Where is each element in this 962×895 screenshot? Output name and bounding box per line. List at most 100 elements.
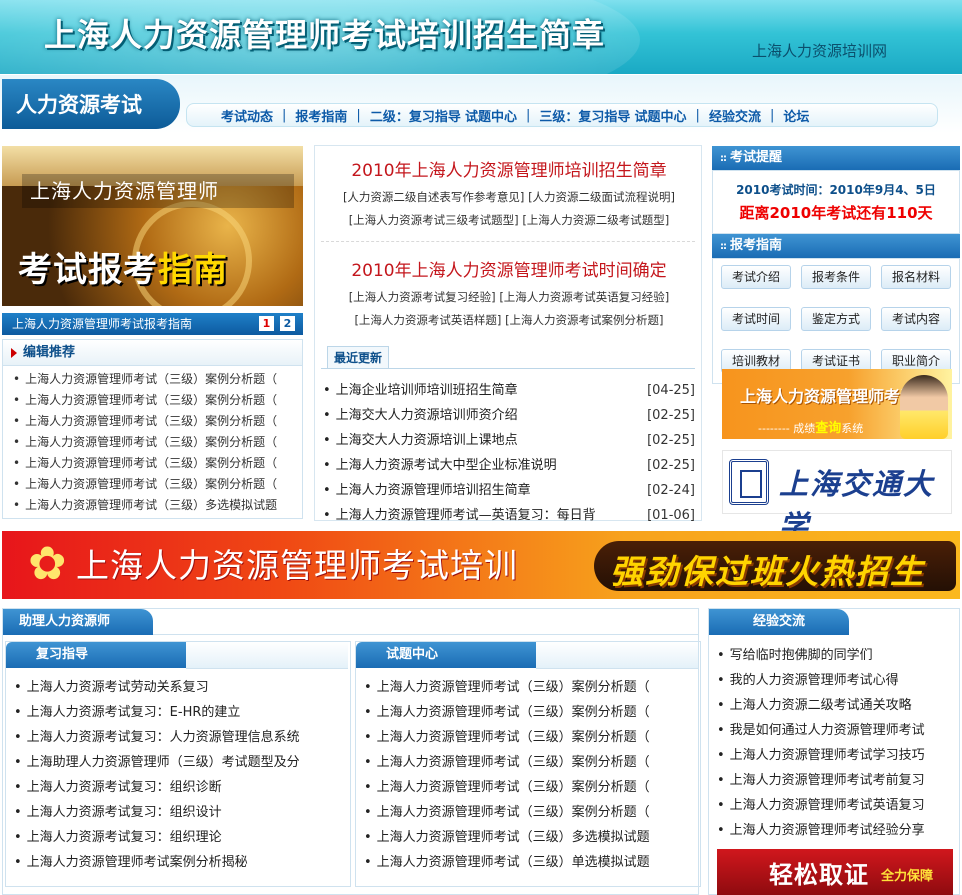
nav-menu: 考试动态 | 报考指南 | 二级：复习指导 试题中心 | 三级：复习指导 试题中心 | …: [186, 103, 938, 127]
training-banner[interactable]: ✿ 上海人力资源管理师考试培训 强劲保过班火热招生: [2, 531, 960, 599]
nav-item-exam-news[interactable]: 考试动态: [221, 106, 273, 125]
banner-text: 上海人力资源管理师考试培训: [76, 546, 518, 585]
list-item[interactable]: 写给临时抱佛脚的同学们: [717, 643, 959, 668]
nav-brand[interactable]: 人力资源考试: [2, 79, 180, 129]
guide-button[interactable]: 鉴定方式: [801, 307, 871, 331]
divider: [321, 241, 695, 242]
guide-button[interactable]: 考试时间: [721, 307, 791, 331]
list-item[interactable]: 上海人力资源管理师考试（三级）多选模拟试题: [364, 825, 700, 850]
reminder-box: 2010考试时间：2010年9月4、5日 距离2010年考试还有110天: [712, 170, 960, 234]
nav-item-forum[interactable]: 论坛: [783, 106, 809, 125]
flower-icon: ✿: [28, 536, 67, 590]
experience-header[interactable]: 经验交流: [709, 609, 849, 635]
list-item[interactable]: 上海人力资源管理师考试（三级）案例分析题（: [364, 725, 700, 750]
score-query-ad[interactable]: 上海人力资源管理师考试 -------- 成绩查询系统: [722, 369, 952, 439]
list-item[interactable]: 上海人力资源考试复习：E-HR的建立: [14, 700, 350, 725]
list-item[interactable]: 上海企业培训师培训班招生简章[04-25]: [323, 378, 695, 403]
list-item[interactable]: 上海人力资源管理师考试（三级）多选模拟试题: [13, 495, 302, 516]
list-item[interactable]: 上海人力资源管理师考试（三级）案例分析题（: [13, 390, 302, 411]
guide-button[interactable]: 考试内容: [881, 307, 951, 331]
news-panel: 2010年上海人力资源管理师培训招生简章 [人力资源二级自述表写作参考意见] […: [314, 145, 703, 523]
dots-icon: ::: [720, 241, 727, 252]
promo-line1: 上海人力资源管理师: [22, 174, 294, 208]
tab-latest[interactable]: 最近更新: [327, 346, 389, 368]
list-item[interactable]: 上海人力资源管理师考试（三级）案例分析题（: [364, 800, 700, 825]
headline-1[interactable]: 2010年上海人力资源管理师培训招生简章: [315, 156, 703, 181]
review-guide-header[interactable]: 复习指导: [6, 642, 348, 669]
list-item[interactable]: 上海人力资源考试复习：组织设计: [14, 800, 350, 825]
nav-item-level3-exams[interactable]: 试题中心: [635, 106, 687, 125]
list-item[interactable]: 上海助理人力资源管理师（三级）考试题型及分: [14, 750, 350, 775]
promo-caption-bar: 上海人力资源管理师考试报考指南 1 2: [2, 313, 303, 335]
list-item[interactable]: 上海人力资源管理师考试（三级）案例分析题（: [364, 700, 700, 725]
list-item[interactable]: 我是如何通过人力资源管理师考试: [717, 718, 959, 743]
list-item[interactable]: 上海人力资源管理师考试（三级）案例分析题（: [13, 432, 302, 453]
person-image: [900, 375, 948, 439]
guide-button[interactable]: 报考条件: [801, 265, 871, 289]
review-guide-box: 复习指导 上海人力资源考试劳动关系复习 上海人力资源考试复习：E-HR的建立 上…: [5, 641, 351, 887]
list-item[interactable]: 上海交大人力资源培训上课地点[02-25]: [323, 428, 695, 453]
assistant-hr-section: 助理人力资源师 复习指导 上海人力资源考试劳动关系复习 上海人力资源考试复习：E…: [2, 608, 701, 895]
list-item[interactable]: 上海人力资源考试大中型企业标准说明[02-25]: [323, 453, 695, 478]
list-item[interactable]: 上海人力资源管理师培训招生简章[02-24]: [323, 478, 695, 503]
exam-countdown: 距离2010年考试还有110天: [739, 204, 933, 222]
list-item[interactable]: 上海人力资源管理师考试（三级）案例分析题（: [13, 474, 302, 495]
exam-center-header[interactable]: 试题中心: [356, 642, 698, 669]
nav-brand-label: 人力资源考试: [16, 92, 142, 117]
list-item[interactable]: 上海人力资源管理师考试（三级）案例分析题（: [13, 411, 302, 432]
promo-page-1[interactable]: 1: [259, 316, 274, 331]
list-item[interactable]: 上海人力资源管理师考试经验分享: [717, 818, 959, 843]
headline-2-links-row2[interactable]: [上海人力资源考试英语样题] [上海人力资源考试案例分析题]: [315, 309, 703, 331]
headline-2[interactable]: 2010年上海人力资源管理师考试时间确定: [315, 256, 703, 281]
guide-button[interactable]: 报名材料: [881, 265, 951, 289]
guide-header: :: 报考指南: [712, 234, 960, 258]
list-item[interactable]: 上海人力资源管理师考试（三级）案例分析题（: [364, 775, 700, 800]
site-name[interactable]: 上海人力资源培训网: [752, 40, 887, 61]
guide-buttons: 考试介绍 报考条件 报名材料 考试时间 鉴定方式 考试内容 培训教材 考试证书 …: [712, 258, 960, 384]
sjtu-logo-ad[interactable]: 上海交通大学: [722, 450, 952, 543]
promo-slide[interactable]: 上海人力资源管理师 考试报考指南: [2, 146, 303, 306]
latest-list: 上海企业培训师培训班招生简章[04-25] 上海交大人力资源培训师资介绍[02-…: [323, 378, 695, 528]
nav-item-guide[interactable]: 报考指南: [295, 106, 347, 125]
list-item[interactable]: 我的人力资源管理师考试心得: [717, 668, 959, 693]
university-seal-icon: [729, 459, 769, 505]
promo-caption[interactable]: 上海人力资源管理师考试报考指南: [12, 317, 192, 331]
list-item[interactable]: 上海人力资源管理师考试（三级）案例分析题（: [364, 750, 700, 775]
score-ad-sub: -------- 成绩查询系统: [758, 421, 864, 436]
list-item[interactable]: 上海人力资源二级考试通关攻略: [717, 693, 959, 718]
editor-recommend-box: 编辑推荐 上海人力资源管理师考试（三级）案例分析题（ 上海人力资源管理师考试（三…: [2, 339, 303, 519]
nav-item-experience[interactable]: 经验交流: [709, 106, 761, 125]
score-ad-title: 上海人力资源管理师考试: [740, 387, 917, 406]
promo-page-2[interactable]: 2: [280, 316, 295, 331]
list-item[interactable]: 上海人力资源管理师考试（三级）案例分析题（: [13, 453, 302, 474]
certificate-ad[interactable]: 轻松取证 全力保障: [717, 849, 953, 895]
arrow-icon: [11, 347, 17, 358]
reminder-header: :: 考试提醒: [712, 146, 960, 170]
list-item[interactable]: 上海人力资源考试复习：组织理论: [14, 825, 350, 850]
list-item[interactable]: 上海人力资源管理师考试学习技巧: [717, 743, 959, 768]
banner-slogan-box: 强劲保过班火热招生: [594, 541, 956, 591]
list-item[interactable]: 上海人力资源管理师考试案例分析揭秘: [14, 850, 350, 875]
headline-1-links-row2[interactable]: [上海人力资源考试三级考试题型] [上海人力资源二级考试题型]: [315, 209, 703, 231]
headline-2-links-row1[interactable]: [上海人力资源考试复习经验] [上海人力资源考试英语复习经验]: [315, 286, 703, 308]
assistant-hr-tab[interactable]: 助理人力资源师: [3, 609, 153, 635]
list-item[interactable]: 上海人力资源管理师考试（三级）案例分析题（: [364, 675, 700, 700]
headline-1-links-row1[interactable]: [人力资源二级自述表写作参考意见] [人力资源二级面试流程说明]: [315, 186, 703, 208]
list-item[interactable]: 上海人力资源考试劳动关系复习: [14, 675, 350, 700]
nav-item-level2-exams[interactable]: 试题中心: [465, 106, 517, 125]
editor-recommend-header: 编辑推荐: [3, 340, 302, 366]
list-item[interactable]: 上海人力资源管理师考试—英语复习：每日背[01-06]: [323, 503, 695, 528]
list-item[interactable]: 上海人力资源考试复习：组织诊断: [14, 775, 350, 800]
list-item[interactable]: 上海交大人力资源培训师资介绍[02-25]: [323, 403, 695, 428]
list-item[interactable]: 上海人力资源管理师考试考前复习: [717, 768, 959, 793]
right-panel: :: 考试提醒 2010考试时间：2010年9月4、5日 距离2010年考试还有1…: [712, 146, 960, 384]
list-item[interactable]: 上海人力资源管理师考试（三级）案例分析题（: [13, 369, 302, 390]
list-item[interactable]: 上海人力资源考试复习：人力资源管理信息系统: [14, 725, 350, 750]
certificate-ad-sub: 全力保障: [881, 869, 934, 884]
guide-button[interactable]: 考试介绍: [721, 265, 791, 289]
nav-item-level3-review[interactable]: 三级：复习指导: [539, 106, 630, 125]
nav-item-level2-review[interactable]: 二级：复习指导: [370, 106, 461, 125]
list-item[interactable]: 上海人力资源管理师考试（三级）单选模拟试题: [364, 850, 700, 875]
banner-slogan: 强劲保过班火热招生: [610, 552, 925, 591]
list-item[interactable]: 上海人力资源管理师考试英语复习: [717, 793, 959, 818]
